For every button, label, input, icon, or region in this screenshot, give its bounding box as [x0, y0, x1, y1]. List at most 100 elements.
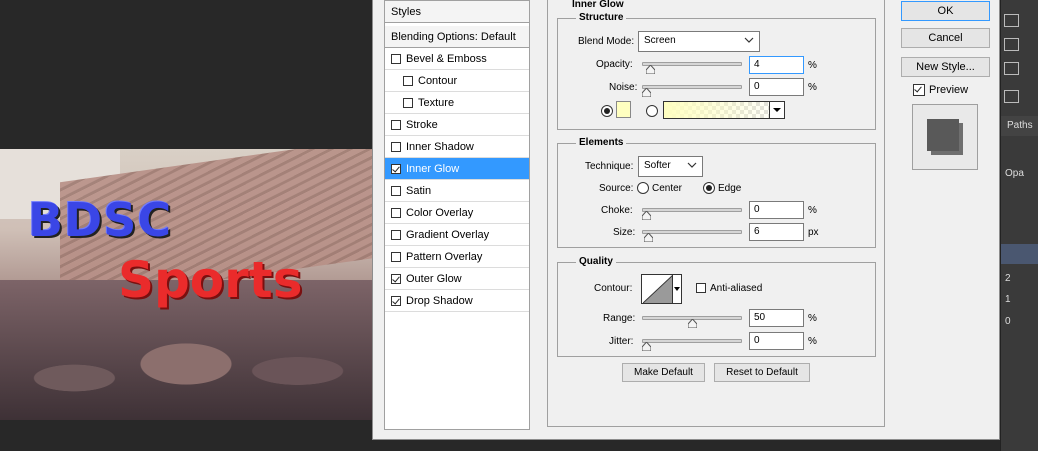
opacity-label: Opacity:: [596, 59, 633, 70]
canvas-title-text: BDSC: [28, 193, 173, 247]
curves-icon[interactable]: [1004, 38, 1019, 51]
gradient-picker[interactable]: [663, 101, 785, 119]
style-item[interactable]: Satin: [385, 180, 529, 202]
slider-thumb[interactable]: [642, 342, 651, 351]
selected-layer-row[interactable]: [1001, 244, 1038, 264]
style-item-checkbox[interactable]: [391, 207, 401, 218]
solid-color-radio[interactable]: [601, 105, 613, 117]
preview-label: Preview: [929, 84, 969, 96]
gradient-map-icon[interactable]: [1004, 90, 1019, 103]
reset-default-button[interactable]: Reset to Default: [714, 363, 810, 382]
slider-thumb[interactable]: [642, 211, 651, 220]
style-item-label: Outer Glow: [406, 272, 462, 285]
style-item[interactable]: Pattern Overlay: [385, 246, 529, 268]
canvas-subtitle-text: Sports: [118, 251, 303, 309]
contour-label: Contour:: [594, 283, 633, 294]
style-item-checkbox[interactable]: [391, 53, 401, 64]
style-item-checkbox[interactable]: [391, 295, 401, 306]
structure-title: Structure: [576, 12, 627, 23]
technique-select[interactable]: Softer: [638, 156, 703, 177]
styles-header-label: Styles: [391, 5, 421, 18]
contour-preview-icon: [643, 275, 673, 303]
style-item[interactable]: Inner Glow: [385, 158, 529, 180]
slider-thumb[interactable]: [687, 319, 697, 328]
glow-color-swatch[interactable]: [616, 101, 631, 118]
ok-button[interactable]: OK: [901, 1, 990, 21]
tab-paths[interactable]: Paths: [1001, 116, 1038, 136]
camera-icon[interactable]: [1004, 62, 1019, 75]
opacity-input[interactable]: 4: [749, 56, 804, 74]
style-item-checkbox[interactable]: [403, 97, 413, 108]
blend-mode-select[interactable]: Screen: [638, 31, 760, 52]
noise-unit: %: [808, 82, 817, 93]
style-item-checkbox[interactable]: [391, 185, 401, 196]
source-center-radio[interactable]: [637, 182, 649, 194]
preview-square: [927, 119, 959, 151]
anti-aliased-checkbox[interactable]: [696, 283, 706, 293]
style-item[interactable]: Inner Shadow: [385, 136, 529, 158]
range-input[interactable]: 50: [749, 309, 804, 327]
choke-input[interactable]: 0: [749, 201, 804, 219]
style-item[interactable]: Texture: [385, 92, 529, 114]
style-item-label: Contour: [418, 74, 458, 87]
source-edge-radio[interactable]: [703, 182, 715, 194]
preview-checkbox[interactable]: [913, 84, 925, 96]
slider-thumb[interactable]: [644, 233, 654, 242]
styles-header[interactable]: Styles: [385, 1, 529, 23]
new-style-button[interactable]: New Style...: [901, 57, 990, 77]
style-item[interactable]: Outer Glow: [385, 268, 529, 290]
contour-picker[interactable]: [641, 274, 682, 304]
styles-list: Styles Blending Options: Default Bevel &…: [384, 0, 530, 430]
size-label: Size:: [613, 227, 636, 238]
style-item-label: Pattern Overlay: [406, 250, 483, 263]
style-item-checkbox[interactable]: [391, 141, 401, 152]
jitter-slider[interactable]: [642, 339, 742, 343]
inner-glow-panel: Inner Glow Structure Blend Mode: Screen …: [547, 0, 885, 427]
style-item-checkbox[interactable]: [391, 119, 401, 130]
style-item-label: Color Overlay: [406, 206, 474, 219]
make-default-button[interactable]: Make Default: [622, 363, 705, 382]
style-item[interactable]: Color Overlay: [385, 202, 529, 224]
quality-title: Quality: [576, 256, 616, 267]
style-item[interactable]: Contour: [385, 70, 529, 92]
style-item-checkbox[interactable]: [391, 251, 401, 262]
opacity-slider[interactable]: [642, 62, 742, 66]
contour-dropdown-icon[interactable]: [672, 275, 681, 303]
style-item[interactable]: Bevel & Emboss: [385, 48, 529, 70]
choke-unit: %: [808, 205, 817, 216]
elements-group: Elements Technique: Softer Source: Cente…: [557, 137, 876, 248]
technique-label: Technique:: [585, 161, 634, 172]
size-input[interactable]: 6: [749, 223, 804, 241]
structure-group: Structure Blend Mode: Screen Opacity: 4 …: [557, 12, 876, 130]
source-label: Source:: [599, 183, 634, 194]
style-item-checkbox[interactable]: [391, 273, 401, 284]
layer-style-dialog: Styles Blending Options: Default Bevel &…: [372, 0, 1000, 440]
row-value: 0: [1005, 316, 1011, 327]
elements-title: Elements: [576, 137, 627, 148]
gradient-radio[interactable]: [646, 105, 658, 117]
style-item[interactable]: Stroke: [385, 114, 529, 136]
style-item[interactable]: Drop Shadow: [385, 290, 529, 312]
gradient-dropdown-icon[interactable]: [769, 102, 784, 118]
jitter-unit: %: [808, 336, 817, 347]
size-slider[interactable]: [642, 230, 742, 234]
choke-slider[interactable]: [642, 208, 742, 212]
style-item-label: Drop Shadow: [406, 294, 473, 307]
style-item-checkbox[interactable]: [391, 163, 401, 174]
style-item-checkbox[interactable]: [403, 75, 413, 86]
slider-thumb[interactable]: [642, 88, 651, 97]
source-edge-label: Edge: [718, 183, 742, 194]
style-item-label: Inner Glow: [406, 162, 460, 175]
slider-thumb[interactable]: [645, 65, 655, 74]
style-item-label: Inner Shadow: [406, 140, 474, 153]
jitter-input[interactable]: 0: [749, 332, 804, 350]
style-item-checkbox[interactable]: [391, 229, 401, 240]
levels-icon[interactable]: [1004, 14, 1019, 27]
style-item[interactable]: Gradient Overlay: [385, 224, 529, 246]
chevron-down-icon: [744, 35, 754, 48]
blending-options-item[interactable]: Blending Options: Default: [385, 26, 529, 48]
noise-input[interactable]: 0: [749, 78, 804, 96]
cancel-button[interactable]: Cancel: [901, 28, 990, 48]
noise-slider[interactable]: [642, 85, 742, 89]
canvas-photo: BDSC Sports: [0, 149, 372, 420]
